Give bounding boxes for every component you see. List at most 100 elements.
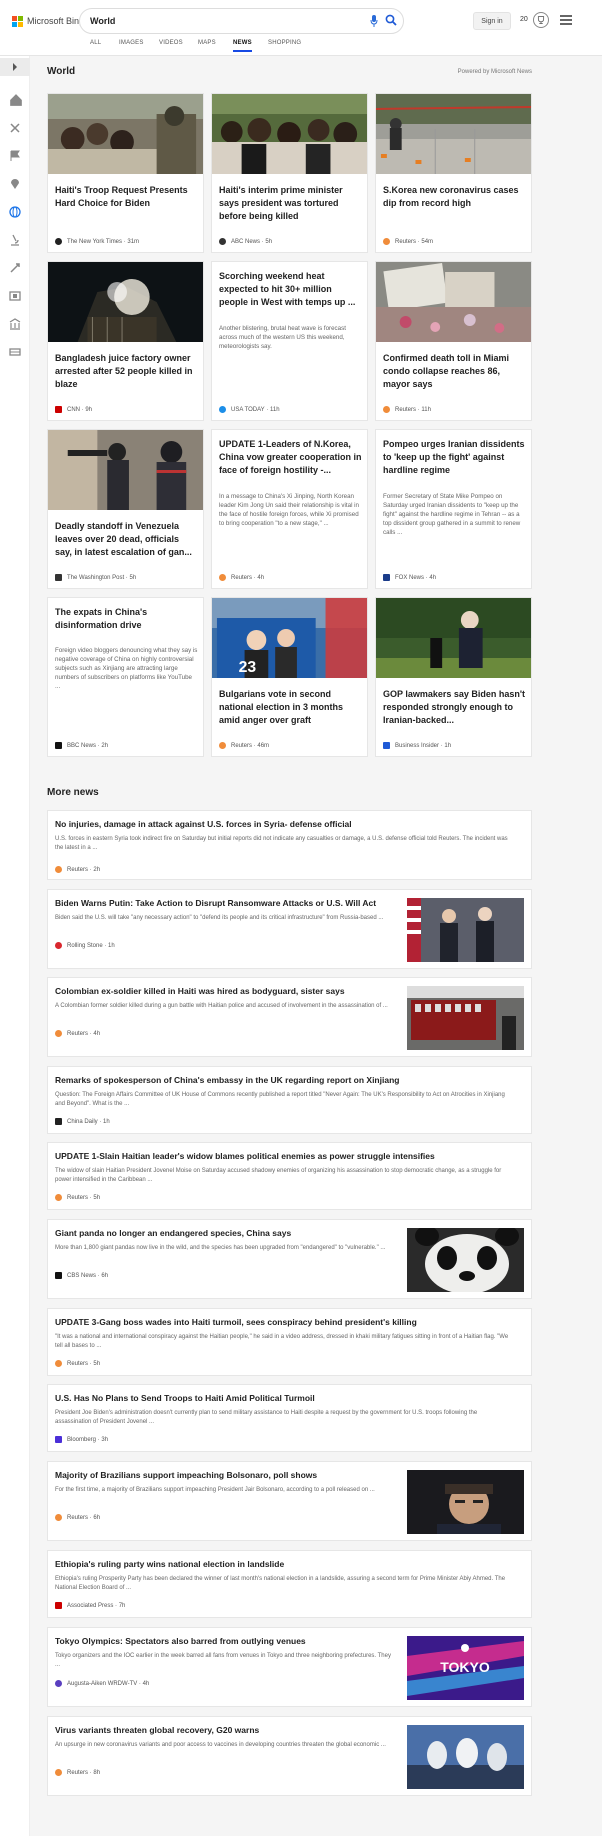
item-source[interactable]: Reuters · 6h [55,1514,100,1521]
news-card[interactable]: S.Korea new coronavirus cases dip from r… [375,93,532,253]
item-title[interactable]: Giant panda no longer an endangered spec… [55,1228,395,1239]
bing-logo[interactable]: Microsoft Bing [12,14,84,28]
sports-icon[interactable] [9,262,21,274]
card-source[interactable]: FOX News · 4h [383,574,436,581]
news-card[interactable]: UPDATE 1-Leaders of N.Korea, China vow g… [211,429,368,589]
search-icon[interactable] [385,14,397,26]
card-title[interactable]: Haiti's Troop Request Presents Hard Choi… [55,184,198,210]
card-source[interactable]: BBC News · 2h [55,742,108,749]
flag-icon[interactable] [9,150,21,162]
card-source[interactable]: ABC News · 5h [219,238,272,245]
news-card[interactable]: The expats in China's disinformation dri… [47,597,204,757]
item-source[interactable]: Reuters · 5h [55,1360,100,1367]
tab-shopping[interactable]: SHOPPING [268,40,301,46]
item-title[interactable]: Ethiopia's ruling party wins national el… [55,1559,515,1570]
rewards-points[interactable]: 20 [520,16,528,23]
card-title[interactable]: UPDATE 1-Leaders of N.Korea, China vow g… [219,438,362,476]
more-news-item[interactable]: U.S. Has No Plans to Send Troops to Hait… [47,1384,532,1452]
news-card[interactable]: 23 Bulgarians vote in second national el… [211,597,368,757]
item-source[interactable]: Bloomberg · 3h [55,1436,108,1443]
item-source[interactable]: Reuters · 4h [55,1030,100,1037]
search-box[interactable] [79,8,404,34]
entertainment-icon[interactable] [9,290,21,302]
powered-by[interactable]: Powered by Microsoft News [458,69,532,75]
card-title[interactable]: Scorching weekend heat expected to hit 3… [219,270,362,308]
more-news-item[interactable]: Ethiopia's ruling party wins national el… [47,1550,532,1618]
card-title[interactable]: GOP lawmakers say Biden hasn't responded… [383,688,526,726]
item-source[interactable]: Reuters · 8h [55,1769,100,1776]
tab-maps[interactable]: MAPS [198,40,216,46]
card-source[interactable]: CNN · 9h [55,406,92,413]
more-news-item[interactable]: Remarks of spokesperson of China's embas… [47,1066,532,1134]
news-card[interactable]: GOP lawmakers say Biden hasn't responded… [375,597,532,757]
item-title[interactable]: U.S. Has No Plans to Send Troops to Hait… [55,1393,515,1404]
card-source[interactable]: Business Insider · 1h [383,742,451,749]
more-news-item[interactable]: Majority of Brazilians support impeachin… [47,1461,532,1541]
tab-videos[interactable]: VIDEOS [159,40,183,46]
item-source[interactable]: Augusta-Aiken WRDW-TV · 4h [55,1680,149,1687]
card-title[interactable]: Bangladesh juice factory owner arrested … [55,352,198,390]
card-title[interactable]: Bulgarians vote in second national elect… [219,688,362,726]
microscope-icon[interactable] [9,234,21,246]
card-source[interactable]: Reuters · 54m [383,238,433,245]
news-card[interactable]: Deadly standoff in Venezuela leaves over… [47,429,204,589]
tab-news[interactable]: NEWS [233,40,252,52]
news-card[interactable]: Bangladesh juice factory owner arrested … [47,261,204,421]
more-news-item[interactable]: Colombian ex-soldier killed in Haiti was… [47,977,532,1057]
money-icon[interactable] [9,346,21,358]
card-title[interactable]: Haiti's interim prime minister says pres… [219,184,362,222]
card-title[interactable]: Confirmed death toll in Miami condo coll… [383,352,526,390]
microphone-icon[interactable] [370,15,378,27]
location-icon[interactable] [9,178,21,190]
card-source[interactable]: Reuters · 46m [219,742,269,749]
item-title[interactable]: UPDATE 1-Slain Haitian leader's widow bl… [55,1151,515,1162]
item-title[interactable]: Colombian ex-soldier killed in Haiti was… [55,986,395,997]
item-title[interactable]: UPDATE 3-Gang boss wades into Haiti turm… [55,1317,515,1328]
card-source[interactable]: The Washington Post · 5h [55,574,136,581]
item-title[interactable]: Biden Warns Putin: Take Action to Disrup… [55,898,395,909]
item-source[interactable]: CBS News · 6h [55,1272,108,1279]
card-title[interactable]: Deadly standoff in Venezuela leaves over… [55,520,198,558]
item-title[interactable]: Remarks of spokesperson of China's embas… [55,1075,515,1086]
more-news-item[interactable]: No injuries, damage in attack against U.… [47,810,532,880]
more-news-item[interactable]: UPDATE 3-Gang boss wades into Haiti turm… [47,1308,532,1376]
tools-icon[interactable] [9,122,21,134]
item-title[interactable]: Virus variants threaten global recovery,… [55,1725,395,1736]
rewards-trophy-icon[interactable] [533,12,549,28]
news-card[interactable]: Confirmed death toll in Miami condo coll… [375,261,532,421]
search-input[interactable] [90,16,360,26]
ballot-number-text: 23 [239,659,257,676]
card-source[interactable]: The New York Times · 31m [55,238,139,245]
sign-in-button[interactable]: Sign in [473,12,511,30]
item-source[interactable]: Associated Press · 7h [55,1602,125,1609]
card-source[interactable]: USA TODAY · 11h [219,406,280,413]
tab-images[interactable]: IMAGES [119,40,144,46]
item-title[interactable]: Tokyo Olympics: Spectators also barred f… [55,1636,395,1647]
card-source[interactable]: Reuters · 11h [383,406,431,413]
more-news-item[interactable]: Giant panda no longer an endangered spec… [47,1219,532,1299]
globe-icon[interactable] [9,206,21,218]
news-card[interactable]: Scorching weekend heat expected to hit 3… [211,261,368,421]
home-icon[interactable] [9,93,23,107]
news-card[interactable]: Haiti's interim prime minister says pres… [211,93,368,253]
politics-icon[interactable] [9,318,21,330]
more-news-item[interactable]: Tokyo Olympics: Spectators also barred f… [47,1627,532,1707]
news-card[interactable]: Haiti's Troop Request Presents Hard Choi… [47,93,204,253]
more-news-item[interactable]: Virus variants threaten global recovery,… [47,1716,532,1796]
rail-expand-button[interactable] [0,58,30,76]
item-source[interactable]: Reuters · 5h [55,1194,100,1201]
news-card[interactable]: Pompeo urges Iranian dissidents to 'keep… [375,429,532,589]
card-title[interactable]: The expats in China's disinformation dri… [55,606,198,632]
menu-icon[interactable] [560,15,572,25]
item-source[interactable]: Reuters · 2h [55,866,100,873]
item-title[interactable]: Majority of Brazilians support impeachin… [55,1470,395,1481]
more-news-item[interactable]: UPDATE 1-Slain Haitian leader's widow bl… [47,1142,532,1210]
card-title[interactable]: Pompeo urges Iranian dissidents to 'keep… [383,438,526,476]
card-title[interactable]: S.Korea new coronavirus cases dip from r… [383,184,526,210]
item-title[interactable]: No injuries, damage in attack against U.… [55,819,515,830]
tab-all[interactable]: ALL [90,40,101,46]
item-source[interactable]: Rolling Stone · 1h [55,942,115,949]
item-source[interactable]: China Daily · 1h [55,1118,110,1125]
more-news-item[interactable]: Biden Warns Putin: Take Action to Disrup… [47,889,532,969]
card-source[interactable]: Reuters · 4h [219,574,264,581]
